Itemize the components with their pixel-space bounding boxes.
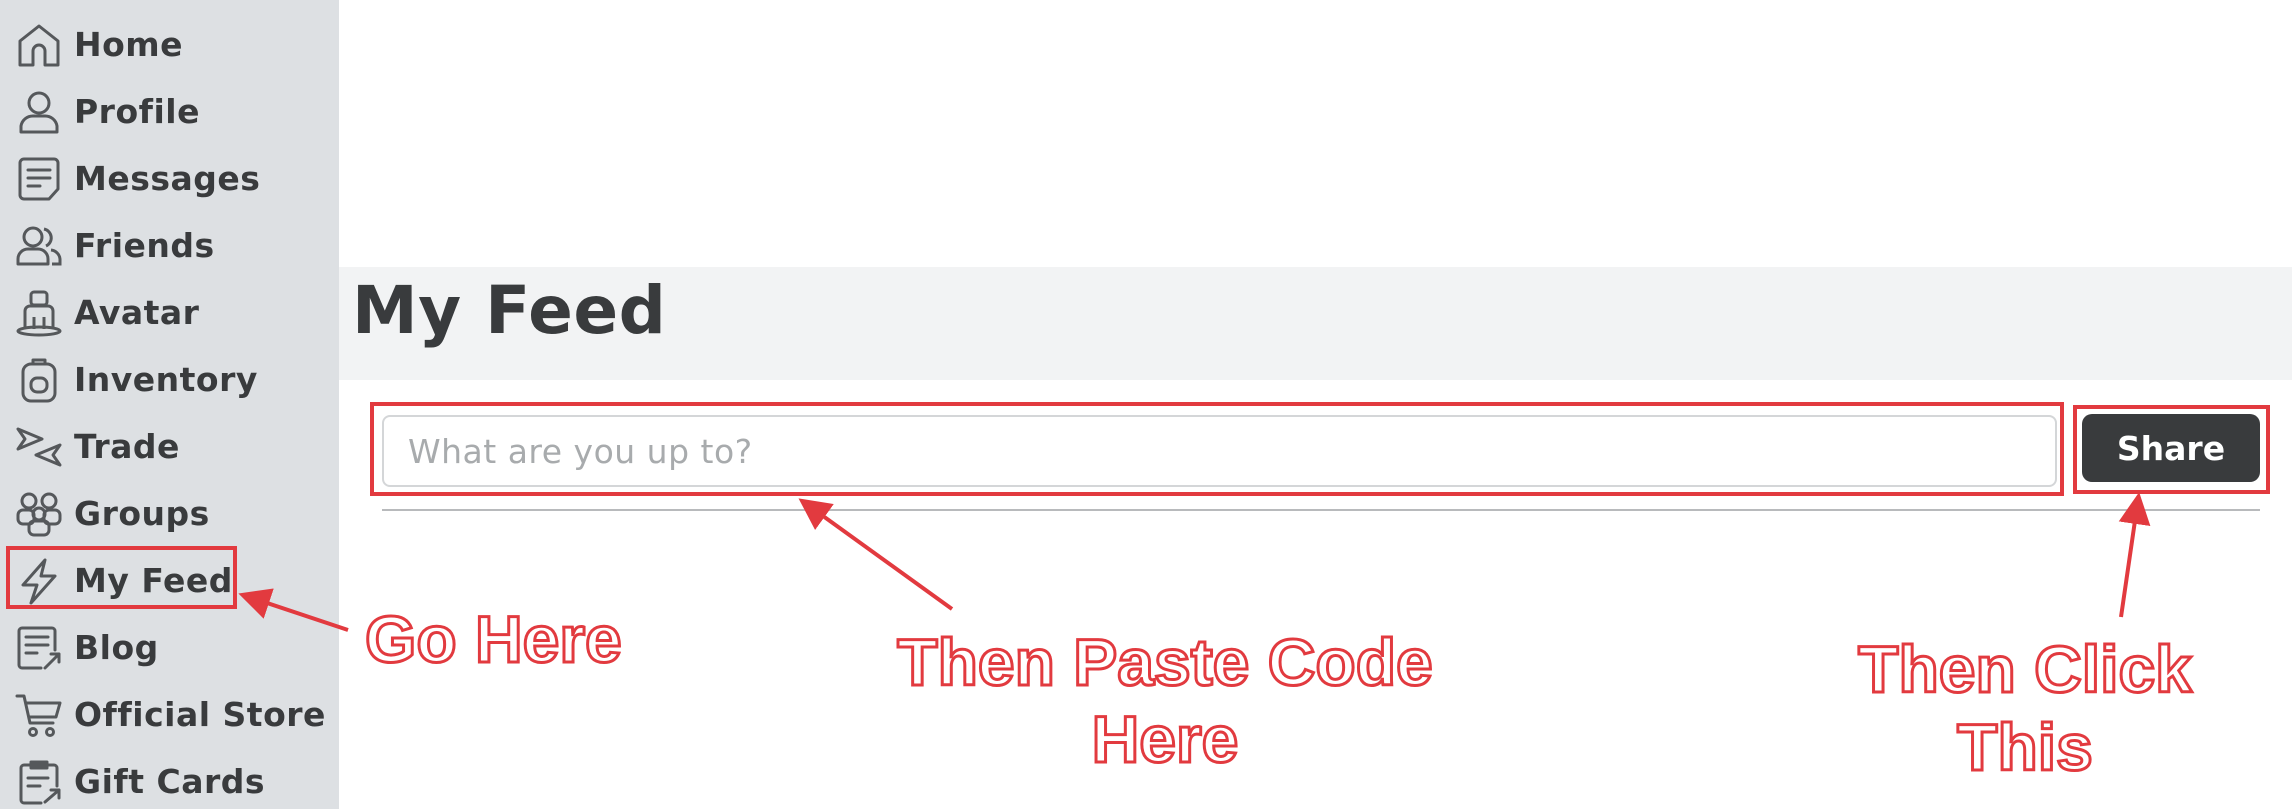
inventory-icon [15,356,63,404]
gift-card-icon [15,758,63,806]
avatar-icon [15,289,63,337]
sidebar-item-label: Blog [74,628,159,667]
sidebar-item-messages[interactable]: Messages [0,141,339,208]
sidebar-item-inventory[interactable]: Inventory [0,342,339,409]
sidebar-item-label: Trade [74,427,180,466]
profile-icon [15,88,63,136]
sidebar-item-label: My Feed [74,561,233,600]
sidebar-item-home[interactable]: Home [0,7,339,74]
lightning-icon [15,557,63,605]
feed-header: My Feed [339,267,2292,380]
sidebar: Home Profile Messages Friends Avatar Inv… [0,0,339,809]
share-button[interactable]: Share [2082,414,2260,482]
home-icon [15,21,63,69]
trade-icon [15,423,63,471]
sidebar-item-label: Friends [74,226,215,265]
friends-icon [15,222,63,270]
groups-icon [15,490,63,538]
cart-icon [15,691,63,739]
sidebar-item-avatar[interactable]: Avatar [0,275,339,342]
sidebar-item-label: Home [74,25,184,64]
sidebar-item-gift-cards[interactable]: Gift Cards [0,744,339,811]
page-title: My Feed [352,272,667,349]
blog-icon [15,624,63,672]
sidebar-item-label: Messages [74,159,261,198]
sidebar-item-groups[interactable]: Groups [0,476,339,543]
sidebar-item-label: Avatar [74,293,200,332]
sidebar-item-label: Profile [74,92,200,131]
sidebar-item-label: Inventory [74,360,258,399]
status-input[interactable] [382,415,2057,487]
sidebar-item-blog[interactable]: Blog [0,610,339,677]
sidebar-item-my-feed[interactable]: My Feed [0,543,339,610]
sidebar-item-official-store[interactable]: Official Store [0,677,339,744]
sidebar-item-label: Official Store [74,695,326,734]
sidebar-item-trade[interactable]: Trade [0,409,339,476]
divider [382,509,2260,511]
sidebar-item-label: Groups [74,494,210,533]
top-blank-area [339,0,2292,267]
sidebar-item-profile[interactable]: Profile [0,74,339,141]
messages-icon [15,155,63,203]
sidebar-item-label: Gift Cards [74,762,266,801]
sidebar-item-friends[interactable]: Friends [0,208,339,275]
